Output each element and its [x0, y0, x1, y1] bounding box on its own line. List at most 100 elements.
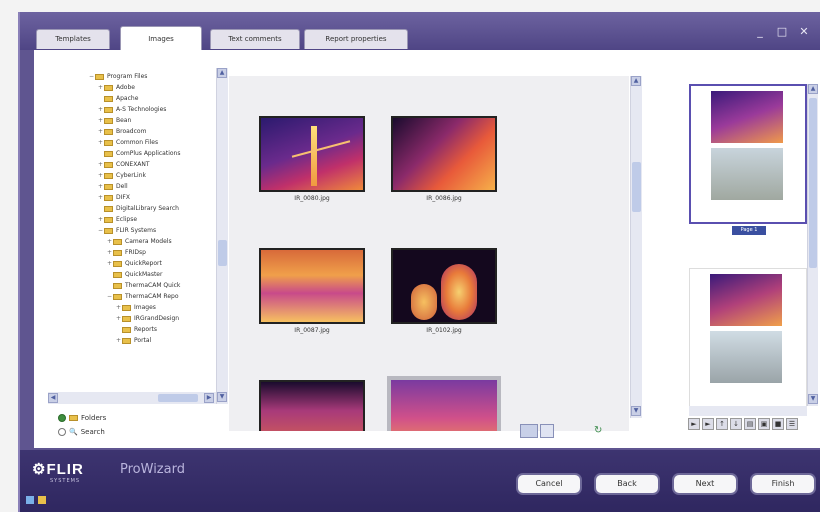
back-button[interactable]: Back [594, 473, 660, 495]
expand-icon[interactable]: + [97, 193, 104, 202]
folders-radio[interactable] [58, 414, 66, 422]
scroll-up-icon[interactable]: ▲ [808, 84, 818, 94]
tab-report-properties[interactable]: Report properties [304, 29, 408, 49]
tree-item[interactable]: DigitalLibrary Search [97, 204, 179, 213]
tree-item[interactable]: − ThermaCAM Repo [106, 292, 179, 301]
tree-item[interactable]: + CONEXANT [97, 160, 150, 169]
tree-item[interactable]: + IRGrandDesign [115, 314, 179, 323]
tree-item[interactable]: + Dell [97, 182, 128, 191]
thermal-image-cylinders[interactable] [391, 248, 497, 324]
tree-item[interactable]: + A-S Technologies [97, 105, 166, 114]
thermal-image-wires[interactable] [391, 116, 497, 192]
report-page-card-selected[interactable] [689, 84, 807, 224]
tree-item[interactable]: − Program Files [88, 72, 147, 81]
tree-item[interactable]: + Eclipse [97, 215, 137, 224]
grid-scroll-thumb[interactable] [632, 162, 641, 212]
expand-icon[interactable]: + [97, 171, 104, 180]
tree-item[interactable]: + DIFX [97, 193, 130, 202]
image-tile[interactable] [259, 380, 365, 431]
tree-scroll-thumb[interactable] [218, 240, 227, 266]
expand-icon[interactable]: + [106, 259, 113, 268]
tree-item[interactable]: + Adobe [97, 83, 135, 92]
tree-item[interactable]: − FLIR Systems [97, 226, 156, 235]
expand-icon[interactable]: + [115, 303, 122, 312]
expand-icon[interactable]: + [115, 336, 122, 345]
tree-item[interactable]: + QuickReport [106, 259, 162, 268]
tree-item[interactable]: ComPlus Applications [97, 149, 180, 158]
expand-icon[interactable]: + [97, 105, 104, 114]
expand-icon[interactable]: + [115, 314, 122, 323]
image-tile[interactable]: IR_0080.jpg [259, 116, 365, 202]
thermal-image-gradient[interactable] [387, 376, 501, 431]
tab-text-comments[interactable]: Text comments [210, 29, 300, 49]
tree-item[interactable]: + Common Files [97, 138, 158, 147]
scroll-left-icon[interactable]: ◀ [48, 393, 58, 403]
scroll-down-icon[interactable]: ▼ [631, 406, 641, 416]
image-tile[interactable]: IR_0102.jpg [391, 248, 497, 334]
scroll-down-icon[interactable]: ▼ [808, 394, 818, 404]
folders-option[interactable]: Folders [58, 414, 106, 422]
tree-vscrollbar[interactable]: ▲ ▼ [216, 68, 228, 404]
expand-icon[interactable]: − [88, 72, 95, 81]
finish-button[interactable]: Finish [750, 473, 816, 495]
close-icon[interactable]: ✕ [798, 26, 810, 38]
grid-vscrollbar[interactable]: ▲ ▼ [630, 76, 642, 418]
expand-icon[interactable]: + [97, 116, 104, 125]
tab-templates[interactable]: Templates [36, 29, 110, 49]
tree-item[interactable]: + Images [115, 303, 156, 312]
cancel-button[interactable]: Cancel [516, 473, 582, 495]
properties-icon[interactable]: ☰ [786, 418, 798, 430]
expand-icon[interactable]: + [97, 138, 104, 147]
thermal-image-tower[interactable] [259, 116, 365, 192]
expand-icon[interactable]: − [97, 226, 104, 235]
tree-hscrollbar[interactable]: ◀ ▶ [48, 392, 216, 404]
preview-vscrollbar[interactable]: ▲ ▼ [807, 84, 818, 406]
expand-icon[interactable]: + [97, 83, 104, 92]
tree-item[interactable]: ThermaCAM Quick [106, 281, 180, 290]
search-radio[interactable] [58, 428, 66, 436]
scroll-down-icon[interactable]: ▼ [217, 392, 227, 402]
expand-icon[interactable]: + [97, 127, 104, 136]
tree-item[interactable]: + Portal [115, 336, 151, 345]
copy-icon[interactable]: ▤ [744, 418, 756, 430]
expand-icon[interactable]: + [97, 160, 104, 169]
scroll-up-icon[interactable]: ▲ [217, 68, 227, 78]
tree-item[interactable]: + Broadcom [97, 127, 146, 136]
image-tile[interactable]: IR_0087.jpg [259, 248, 365, 334]
minimize-icon[interactable]: _ [754, 26, 766, 38]
scroll-up-icon[interactable]: ▲ [631, 76, 641, 86]
image-tile-selected[interactable] [387, 376, 501, 431]
tree-hscroll-thumb[interactable] [158, 394, 198, 402]
move-down-icon[interactable]: ↓ [730, 418, 742, 430]
preview-hscrollbar[interactable] [689, 406, 807, 416]
tree-item[interactable]: + Bean [97, 116, 131, 125]
expand-icon[interactable]: − [106, 292, 113, 301]
scroll-right-icon[interactable]: ▶ [204, 393, 214, 403]
search-option[interactable]: 🔍 Search [58, 428, 105, 436]
move-up-icon[interactable]: ↑ [716, 418, 728, 430]
tree-item[interactable]: + Camera Models [106, 237, 172, 246]
tree-item[interactable]: Apache [97, 94, 138, 103]
report-page-card[interactable] [689, 268, 807, 408]
maximize-icon[interactable]: □ [776, 26, 788, 38]
tree-item[interactable]: + FRIDsp [106, 248, 146, 257]
thumbnail-view-icon[interactable] [520, 424, 538, 438]
next-page-icon[interactable]: ► [702, 418, 714, 430]
thermal-image-bush[interactable] [259, 248, 365, 324]
expand-icon[interactable]: + [97, 182, 104, 191]
first-page-icon[interactable]: ► [688, 418, 700, 430]
tab-images[interactable]: Images [120, 26, 202, 50]
tree-item[interactable]: + CyberLink [97, 171, 146, 180]
delete-icon[interactable]: ■ [772, 418, 784, 430]
expand-icon[interactable]: + [106, 248, 113, 257]
paste-icon[interactable]: ▣ [758, 418, 770, 430]
tree-item[interactable]: Reports [115, 325, 157, 334]
expand-icon[interactable]: + [97, 215, 104, 224]
tree-item[interactable]: QuickMaster [106, 270, 162, 279]
refresh-icon[interactable]: ↻ [594, 424, 606, 438]
expand-icon[interactable]: + [106, 237, 113, 246]
thermal-image-structure[interactable] [259, 380, 365, 431]
image-tile[interactable]: IR_0086.jpg [391, 116, 497, 202]
next-button[interactable]: Next [672, 473, 738, 495]
list-view-icon[interactable] [540, 424, 554, 438]
